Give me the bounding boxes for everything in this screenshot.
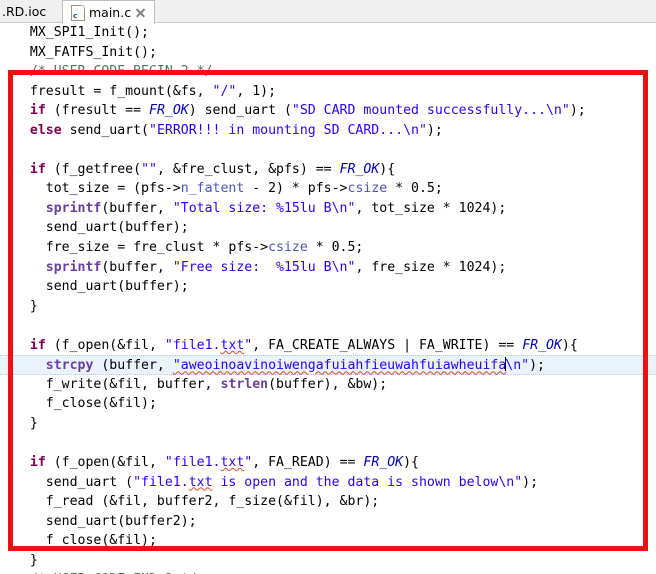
code-line: MX_FATFS_Init();: [29, 44, 157, 60]
tab-ioc-file-label: .RD.ioc: [2, 3, 47, 19]
close-icon[interactable]: [135, 7, 146, 18]
code-line: }: [29, 298, 38, 314]
code-line: sprintf(buffer, "Total size: %15lu B\n",…: [45, 200, 507, 216]
code-line: f_read (&fil, buffer2, f_size(&fil), &br…: [45, 494, 380, 510]
code-line: f_close(&fil);: [45, 533, 157, 549]
code-line: send_uart ("file1.txt is open and the da…: [45, 474, 539, 490]
code-line: else send_uart("ERROR!!! in mounting SD …: [29, 122, 443, 138]
code-line: fresult = f_mount(&fs, "/", 1);: [29, 83, 277, 99]
tab-ioc-file[interactable]: .RD.ioc: [0, 0, 55, 22]
tab-main-c[interactable]: c main.c: [62, 0, 156, 24]
code-line: MX_SPI1_Init();: [29, 25, 149, 40]
code-line: if (fresult == FR_OK) send_uart ("SD CAR…: [29, 103, 586, 119]
code-line: tot_size = (pfs->n_fatent - 2) * pfs->cs…: [45, 181, 443, 197]
code-line: send_uart(buffer);: [45, 220, 189, 236]
code-line: if (f_getfree("", &fre_clust, &pfs) == F…: [29, 161, 396, 177]
code-line: sprintf(buffer, "Free size: %15lu B\n", …: [45, 259, 507, 275]
code-editor[interactable]: MX_SPI1_Init(); MX_FATFS_Init(); /* USER…: [0, 23, 656, 574]
code-line: }: [29, 415, 38, 431]
code-line: fre_size = fre_clust * pfs->csize * 0.5;: [45, 240, 364, 256]
code-line-current[interactable]: strcpy (buffer, "aweoinoavinoiwengafuiah…: [0, 355, 656, 375]
code-line: /* USER CODE END 2 */: [0, 570, 656, 574]
code-line: send_uart(buffer2);: [45, 513, 197, 529]
c-file-icon: c: [71, 4, 85, 21]
code-line: f_write(&fil, buffer, strlen(buffer), &b…: [45, 376, 388, 392]
text-cursor: [505, 357, 507, 372]
editor-window: .RD.ioc c main.c .. MX_SPI1_Init(); MX_F…: [0, 0, 656, 574]
code-line: f_close(&fil);: [45, 396, 157, 412]
tab-main-c-label: main.c: [89, 5, 132, 20]
editor-tab-bar: .RD.ioc c main.c ..: [0, 0, 656, 28]
code-line: if (f_open(&fil, "file1.txt", FA_READ) =…: [29, 455, 419, 471]
code-line: if (f_open(&fil, "file1.txt", FA_CREATE_…: [29, 337, 578, 353]
code-line: send_uart(buffer);: [45, 279, 189, 295]
code-line: }: [29, 552, 38, 568]
code-line: /* USER CODE BEGIN 2 */: [29, 64, 213, 80]
